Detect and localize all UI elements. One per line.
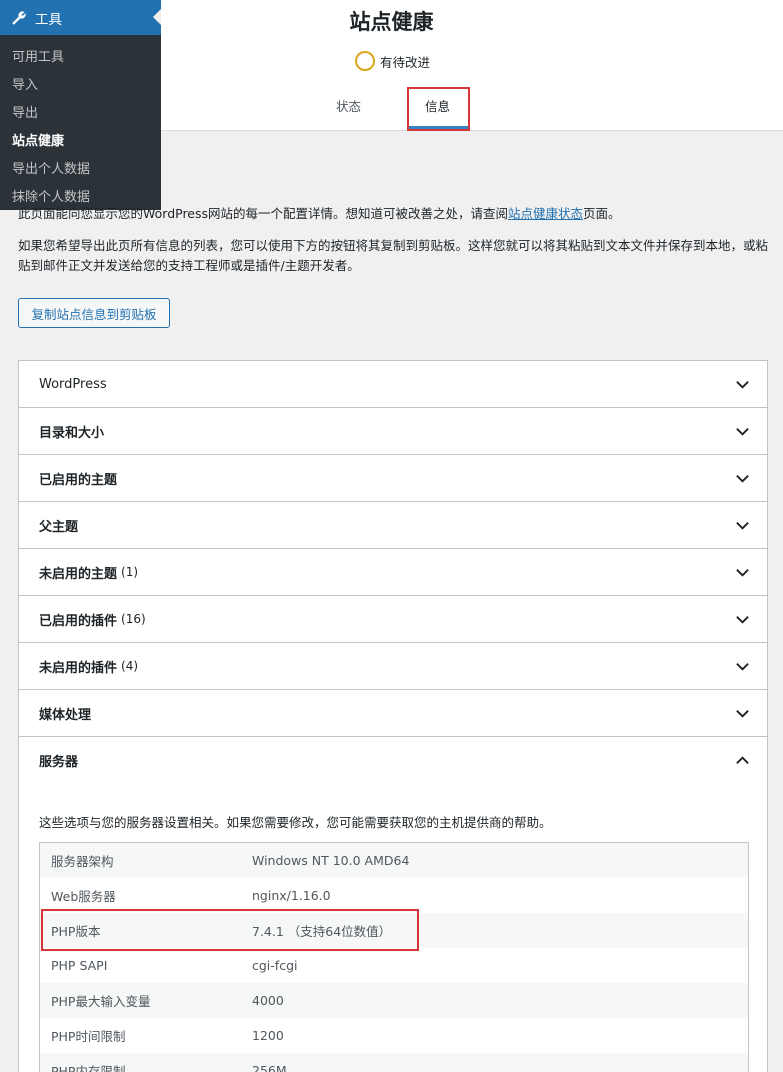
copy-site-info-button[interactable]: 复制站点信息到剪贴板 — [18, 298, 170, 328]
accordion-count: (1) — [121, 565, 139, 579]
row-value: cgi-fcgi — [252, 958, 298, 973]
accordion-wordpress[interactable]: WordPress — [19, 361, 767, 408]
chevron-up-icon — [736, 756, 749, 764]
accordion-title: 服务器 — [39, 755, 79, 770]
accordion-title: 已启用的主题 — [39, 472, 118, 488]
accordion-title-text: WordPress — [39, 376, 107, 392]
current-menu-arrow — [153, 9, 161, 25]
accordion-title: WordPress — [39, 377, 107, 392]
wrench-icon — [12, 10, 26, 25]
row-value: Windows NT 10.0 AMD64 — [252, 853, 410, 868]
accordion-title: 目录和大小 — [39, 425, 105, 441]
accordion-title: 媒体处理 — [39, 707, 92, 723]
sidebar-item-site-health[interactable]: 站点健康 — [0, 128, 161, 156]
accordion-inactive-themes[interactable]: 未启用的主题 (1) — [19, 549, 767, 596]
chevron-down-icon — [736, 569, 749, 577]
sidebar-item-import[interactable]: 导入 — [0, 72, 161, 100]
row-label: 服务器架构 — [51, 854, 114, 869]
intro-text-before: 此页面能向您显示您的WordPress网站的每一个配置详情。想知道可被改善之处，… — [18, 206, 509, 221]
accordion-parent-theme[interactable]: 父主题 — [19, 502, 767, 549]
chevron-down-icon — [736, 522, 749, 530]
sidebar-item-available-tools[interactable]: 可用工具 — [0, 44, 161, 72]
server-info-table: 服务器架构 Windows NT 10.0 AMD64 Web服务器 nginx… — [39, 842, 749, 1072]
chevron-down-icon — [736, 616, 749, 624]
chevron-down-icon — [736, 663, 749, 671]
intro-paragraph-2: 如果您希望导出此页所有信息的列表，您可以使用下方的按钮将其复制到剪贴板。这样您就… — [18, 238, 769, 273]
table-row: 服务器架构 Windows NT 10.0 AMD64 — [40, 843, 748, 878]
accordion-count: (16) — [121, 612, 146, 626]
table-row: PHP内存限制 256M — [40, 1053, 748, 1072]
tools-submenu: 工具 可用工具 导入 导出 站点健康 导出个人数据 抹除个人数据 — [0, 0, 161, 210]
row-value: 256M — [252, 1063, 287, 1072]
highlight-box-info-tab — [407, 87, 470, 131]
accordion-count: (4) — [121, 659, 139, 673]
health-score-label: 有待改进 — [380, 54, 431, 70]
accordion-title: 未启用的主题 — [39, 566, 118, 582]
intro-text-after: 页面。 — [583, 206, 621, 221]
chevron-down-icon — [736, 428, 749, 436]
table-row: PHP最大输入变量 4000 — [40, 983, 748, 1018]
accordion-title: 已启用的插件 — [39, 613, 118, 629]
accordion-media-handling[interactable]: 媒体处理 — [19, 690, 767, 737]
sidebar-tools-label: 工具 — [35, 11, 62, 28]
table-row: Web服务器 nginx/1.16.0 — [40, 878, 748, 913]
accordion-directories[interactable]: 目录和大小 — [19, 408, 767, 455]
site-info-accordion: WordPress 目录和大小 已启用的主题 父主题 未启用的主题 (1) 已启… — [18, 360, 768, 1072]
accordion-title: 父主题 — [39, 519, 79, 535]
chevron-down-icon — [736, 381, 749, 389]
table-row: PHP时间限制 1200 — [40, 1018, 748, 1053]
sidebar-item-export[interactable]: 导出 — [0, 100, 161, 128]
health-score: 有待改进 — [355, 51, 430, 71]
row-label: PHP内存限制 — [51, 1064, 126, 1072]
chevron-down-icon — [736, 475, 749, 483]
row-value: nginx/1.16.0 — [252, 888, 331, 903]
chevron-down-icon — [736, 710, 749, 718]
row-label: Web服务器 — [51, 889, 116, 904]
accordion-inactive-plugins[interactable]: 未启用的插件 (4) — [19, 643, 767, 690]
row-value: 4000 — [252, 993, 284, 1008]
row-label: PHP时间限制 — [51, 1029, 126, 1044]
accordion-active-plugins[interactable]: 已启用的插件 (16) — [19, 596, 767, 643]
table-row: PHP SAPI cgi-fcgi — [40, 948, 748, 983]
health-score-circle — [355, 51, 375, 71]
accordion-active-theme[interactable]: 已启用的主题 — [19, 455, 767, 502]
server-section-description: 这些选项与您的服务器设置相关。如果您需要修改，您可能需要获取您的主机提供商的帮助… — [39, 815, 552, 830]
sidebar-item-export-personal-data[interactable]: 导出个人数据 — [0, 156, 161, 184]
row-label: PHP SAPI — [51, 958, 108, 973]
intro-paragraph-1: 此页面能向您显示您的WordPress网站的每一个配置详情。想知道可被改善之处，… — [18, 205, 768, 223]
highlight-box-php-version — [41, 909, 419, 951]
row-value: 1200 — [252, 1028, 284, 1043]
sidebar-item-tools[interactable]: 工具 — [0, 0, 161, 35]
row-label: PHP最大输入变量 — [51, 994, 151, 1009]
accordion-title: 未启用的插件 — [39, 660, 118, 676]
accordion-server[interactable]: 服务器 — [19, 737, 767, 784]
site-health-status-link[interactable]: 站点健康状态 — [508, 206, 583, 221]
tab-status[interactable]: 状态 — [336, 96, 361, 115]
